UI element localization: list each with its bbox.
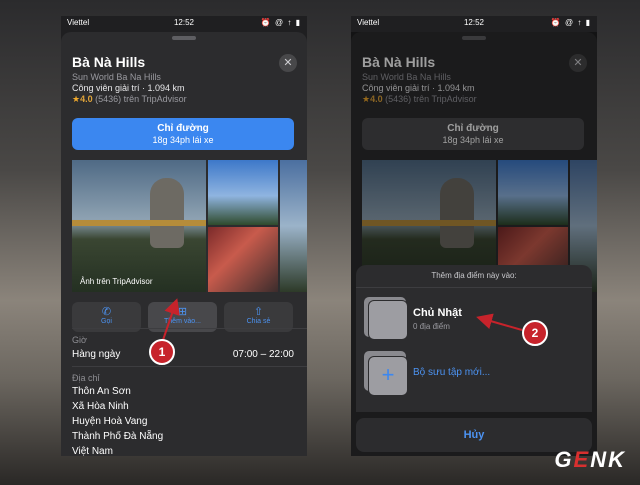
add-to-collection-sheet: Thêm địa điểm này vào: Chủ Nhật 0 địa đi…: [356, 265, 592, 412]
address-label: Địa chỉ: [72, 373, 100, 383]
share-label: Chia sẻ: [246, 318, 271, 325]
phone-icon: ✆: [101, 306, 112, 318]
share-icon: ⇧: [253, 306, 264, 318]
phone-left: Viettel 12:52 ⏰ @ ↑ ▮ ✕ Bà Nà Hills Sun …: [61, 16, 307, 456]
address-line: Thôn An Sơn: [72, 386, 131, 397]
close-button[interactable]: ✕: [279, 54, 297, 72]
step-badge-2: 2: [522, 320, 548, 346]
hours-label: Giờ: [72, 335, 87, 345]
address-line: Việt Nam: [72, 446, 113, 456]
directions-label: Chỉ đường: [157, 123, 209, 134]
place-category: Công viên giải trí · 1.094 km: [72, 83, 185, 93]
address-line: Xã Hòa Ninh: [72, 401, 129, 412]
divider: [72, 328, 307, 329]
close-icon: ✕: [283, 57, 293, 69]
plus-square-icon: ⊞: [177, 306, 188, 318]
address-line: Huyện Hoà Vang: [72, 416, 148, 427]
add-to-label: Thêm vào...: [164, 318, 201, 325]
add-sheet-header: Thêm địa điểm này vào:: [431, 271, 517, 280]
sheet-grabber[interactable]: [172, 36, 196, 40]
status-indicators: ⏰ @ ↑ ▮: [260, 18, 301, 27]
photo-bridge-shape: [72, 220, 206, 226]
collection-count: 0 địa điểm: [413, 322, 450, 331]
rating-value: 4.0: [80, 94, 93, 104]
step-badge-1: 1: [149, 339, 175, 365]
divider: [72, 366, 307, 367]
place-card: ✕ Bà Nà Hills Sun World Ba Na Hills Công…: [61, 32, 307, 456]
address-line: Thành Phố Đà Nẵng: [72, 431, 164, 442]
status-indicators: ⏰ @ ↑ ▮: [550, 18, 591, 27]
hours-day: Hàng ngày: [72, 349, 121, 360]
collection-thumbnail[interactable]: [364, 297, 407, 339]
genk-logo: GENK: [554, 447, 626, 472]
call-label: Gọi: [101, 318, 112, 325]
place-title: Bà Nà Hills: [72, 54, 146, 70]
directions-button[interactable]: Chỉ đường 18g 34ph lái xe: [72, 118, 294, 150]
photo-bottom-right[interactable]: [208, 227, 278, 292]
photo-hand-shape: [150, 178, 184, 248]
plus-icon[interactable]: +: [369, 357, 407, 395]
phone-right: Viettel 12:52 ⏰ @ ↑ ▮ ✕ Bà Nà Hills Sun …: [351, 16, 597, 456]
photo-caption: Ảnh trên TripAdvisor: [80, 277, 153, 286]
divider: [356, 287, 592, 288]
place-rating[interactable]: ★4.0 (5436) trên TripAdvisor: [72, 94, 187, 105]
star-icon: ★: [72, 94, 81, 104]
place-subtitle: Sun World Ba Na Hills: [72, 72, 161, 82]
photo-far-right[interactable]: [280, 160, 307, 292]
hours-time: 07:00 – 22:00: [232, 349, 294, 360]
photo-top-right[interactable]: [208, 160, 278, 225]
collection-title[interactable]: Chủ Nhật: [413, 307, 462, 319]
directions-eta: 18g 34ph lái xe: [152, 135, 214, 145]
photo-main[interactable]: Ảnh trên TripAdvisor: [72, 160, 206, 292]
photo-gallery[interactable]: Ảnh trên TripAdvisor: [72, 160, 307, 292]
rating-text: (5436) trên TripAdvisor: [95, 94, 187, 104]
new-collection-button[interactable]: Bộ sưu tập mới...: [413, 367, 490, 378]
status-bar: Viettel 12:52 ⏰ @ ↑ ▮: [61, 16, 307, 30]
status-bar: Viettel 12:52 ⏰ @ ↑ ▮: [351, 16, 597, 30]
